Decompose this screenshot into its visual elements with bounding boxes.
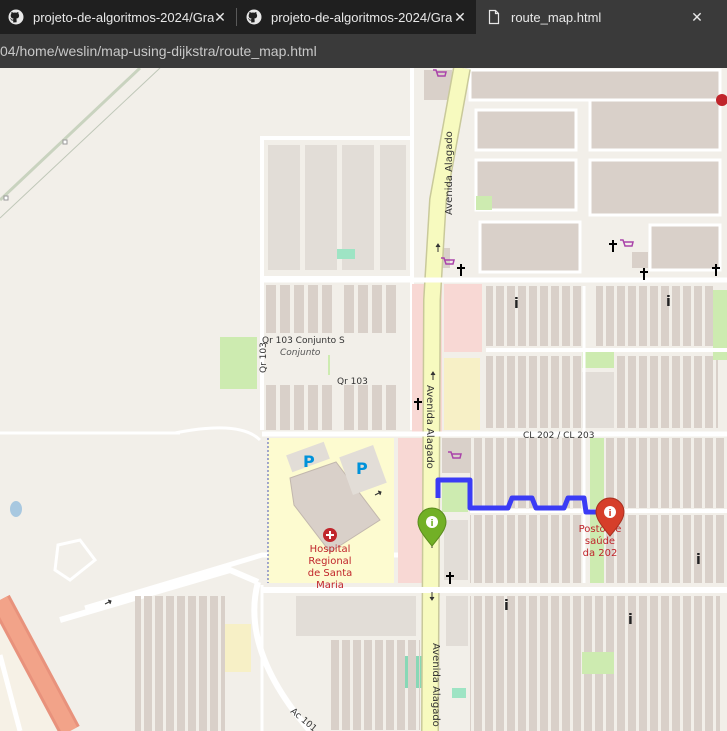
parking-label: P bbox=[303, 452, 315, 471]
hospital-label-4: Maria bbox=[316, 580, 344, 591]
qr103-conjunto-label: Qr 103 Conjunto S bbox=[262, 336, 345, 346]
url-text[interactable]: 04/home/weslin/map-using-dijkstra/route_… bbox=[0, 43, 317, 59]
qr103-label: Qr 103 bbox=[337, 377, 368, 387]
posto-label-3: da 202 bbox=[583, 548, 618, 559]
tab-route-map[interactable]: route_map.html ✕ bbox=[476, 0, 727, 34]
qr103-vertical-label: Qr 103 bbox=[259, 342, 269, 373]
address-bar: 04/home/weslin/map-using-dijkstra/route_… bbox=[0, 34, 727, 68]
svg-text:i: i bbox=[430, 519, 433, 529]
parking-label: P bbox=[356, 459, 368, 478]
avenida-label-south: Avenida Alagado bbox=[430, 643, 441, 727]
railway bbox=[0, 68, 161, 219]
tab-github-2[interactable]: projeto-de-algoritmos-2024/Gra ✕ bbox=[237, 0, 476, 34]
cart-icon bbox=[620, 239, 634, 247]
parking-icon: P bbox=[303, 452, 315, 471]
parking-icon: P bbox=[356, 459, 368, 478]
tab-title: projeto-de-algoritmos-2024/Gra bbox=[271, 9, 453, 25]
hospital-label-2: Regional bbox=[308, 556, 351, 567]
info-icon: i bbox=[504, 598, 509, 614]
map-view[interactable]: Avenida Alagado Avenida Alagado Avenida … bbox=[0, 68, 727, 731]
close-icon[interactable]: ✕ bbox=[689, 9, 705, 25]
hospital-poi bbox=[323, 528, 337, 542]
church-icon bbox=[457, 264, 465, 276]
tab-bar: projeto-de-algoritmos-2024/Gra ✕ projeto… bbox=[0, 0, 727, 34]
cl202-label: CL 202 / CL 203 bbox=[523, 431, 594, 441]
posto-label-2: saúde bbox=[585, 535, 615, 547]
conjunto-label: Conjunto bbox=[280, 348, 321, 358]
hospital-label-1: Hospital bbox=[310, 544, 351, 555]
github-icon bbox=[8, 9, 24, 25]
info-icon: i bbox=[696, 552, 701, 568]
map-canvas[interactable]: Avenida Alagado Avenida Alagado Avenida … bbox=[0, 68, 727, 731]
church-icon bbox=[609, 240, 617, 252]
close-icon[interactable]: ✕ bbox=[452, 9, 468, 25]
info-icon: i bbox=[514, 296, 519, 312]
github-icon bbox=[246, 9, 262, 25]
tab-github-1[interactable]: projeto-de-algoritmos-2024/Gra ✕ bbox=[0, 0, 236, 34]
info-icon: i bbox=[666, 294, 671, 310]
avenida-label-north: Avenida Alagado bbox=[444, 131, 455, 215]
info-icon: i bbox=[628, 612, 633, 628]
avenida-label-mid: Avenida Alagado bbox=[424, 385, 435, 469]
document-icon bbox=[486, 9, 502, 25]
svg-text:i: i bbox=[608, 509, 611, 519]
hospital-label-3: de Santa bbox=[308, 568, 353, 579]
tab-title: projeto-de-algoritmos-2024/Gra bbox=[33, 9, 215, 25]
close-icon[interactable]: ✕ bbox=[212, 9, 228, 25]
tab-title: route_map.html bbox=[511, 9, 602, 25]
northeast-blocks bbox=[424, 68, 722, 274]
